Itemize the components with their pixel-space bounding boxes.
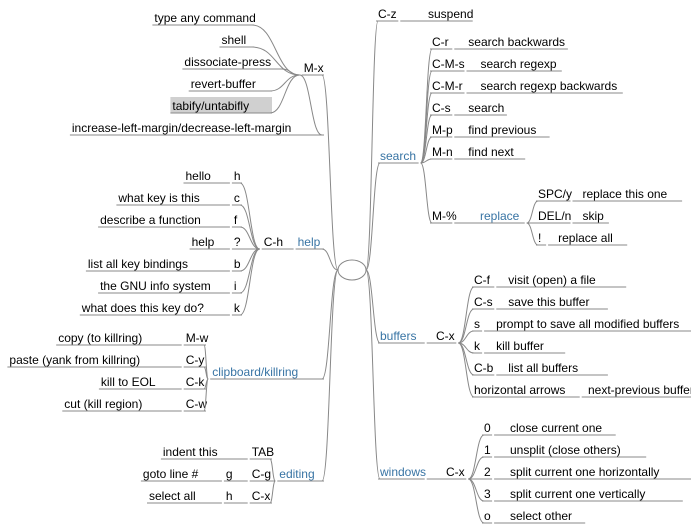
category-replace[interactable]: replace [480, 209, 520, 223]
clipboard-key[interactable]: C-w [186, 397, 208, 411]
replace-label[interactable]: replace all [558, 231, 613, 245]
help-label[interactable]: the GNU info system [100, 279, 211, 293]
windows-key[interactable]: 0 [484, 421, 491, 435]
mx-item[interactable]: increase-left-margin/decrease-left-margi… [72, 121, 291, 135]
help-label[interactable]: hello [186, 169, 212, 183]
search-label[interactable]: find next [468, 145, 514, 159]
help-label[interactable]: describe a function [100, 213, 201, 227]
replace-key[interactable]: SPC/y [538, 187, 572, 201]
help-label[interactable]: what key is this [117, 191, 199, 205]
buffers-label[interactable]: visit (open) a file [508, 273, 596, 287]
key-mx[interactable]: M-x [304, 61, 324, 75]
windows-key[interactable]: 3 [484, 487, 491, 501]
clipboard-label[interactable]: cut (kill region) [64, 397, 142, 411]
replace-label[interactable]: replace this one [583, 187, 668, 201]
windows-key[interactable]: o [484, 509, 491, 523]
editing-subkey[interactable]: g [226, 467, 233, 481]
help-label[interactable]: list all key bindings [88, 257, 188, 271]
clipboard-label[interactable]: kill to EOL [101, 375, 156, 389]
buffers-key[interactable]: k [474, 339, 481, 353]
clipboard-key[interactable]: M-w [186, 331, 209, 345]
search-label[interactable]: search [468, 101, 504, 115]
help-key[interactable]: h [234, 169, 241, 183]
clipboard-key[interactable]: C-k [186, 375, 206, 389]
replace-label[interactable]: skip [583, 209, 605, 223]
windows-label[interactable]: close current one [510, 421, 602, 435]
clipboard-key[interactable]: C-y [186, 353, 205, 367]
category-windows[interactable]: windows [379, 465, 426, 479]
windows-label[interactable]: select other [510, 509, 572, 523]
search-key[interactable]: C-M-r [432, 79, 463, 93]
search-label[interactable]: search backwards [468, 35, 565, 49]
buffers-label[interactable]: prompt to save all modified buffers [496, 317, 679, 331]
buffers-key[interactable]: s [474, 317, 480, 331]
search-label[interactable]: find previous [468, 123, 536, 137]
mindmap-canvas: C-z suspend search C-r search backwardsC-M-s… [0, 0, 691, 529]
editing-label[interactable]: goto line # [143, 467, 199, 481]
key-cx-buffers[interactable]: C-x [436, 329, 455, 343]
buffers-label[interactable]: kill buffer [496, 339, 544, 353]
help-key[interactable]: c [234, 191, 240, 205]
mx-item[interactable]: type any command [154, 11, 255, 25]
key-ch[interactable]: C-h [264, 235, 283, 249]
category-buffers[interactable]: buffers [380, 329, 416, 343]
editing-key[interactable]: C-g [252, 467, 271, 481]
buffers-key[interactable]: C-s [474, 295, 493, 309]
help-key[interactable]: f [234, 213, 238, 227]
buffers-key[interactable]: C-b [474, 361, 494, 375]
key-mpct[interactable]: M-% [432, 209, 457, 223]
windows-label[interactable]: split current one vertically [510, 487, 645, 501]
buffers-label[interactable]: next-previous buffer [588, 383, 691, 397]
search-label[interactable]: search regexp [481, 57, 557, 71]
help-label[interactable]: what does this key do? [81, 301, 204, 315]
category-search[interactable]: search [380, 149, 416, 163]
search-key[interactable]: M-n [432, 145, 453, 159]
buffers-key[interactable]: C-f [474, 273, 491, 287]
replace-key[interactable]: DEL/n [538, 209, 571, 223]
key-cx-windows[interactable]: C-x [446, 465, 465, 479]
clipboard-label[interactable]: copy (to killring) [58, 331, 142, 345]
search-key[interactable]: M-p [432, 123, 453, 137]
buffers-label[interactable]: list all buffers [508, 361, 578, 375]
root-node[interactable] [338, 260, 366, 280]
search-key[interactable]: C-M-s [432, 57, 465, 71]
search-key[interactable]: C-s [432, 101, 451, 115]
search-key[interactable]: C-r [432, 35, 449, 49]
key-cz[interactable]: C-z [378, 7, 397, 21]
editing-key[interactable]: TAB [252, 445, 274, 459]
search-label[interactable]: search regexp backwards [481, 79, 618, 93]
windows-label[interactable]: unsplit (close others) [510, 443, 621, 457]
category-editing[interactable]: editing [279, 467, 314, 481]
clipboard-label[interactable]: paste (yank from killring) [9, 353, 140, 367]
mx-item[interactable]: shell [222, 33, 247, 47]
replace-key[interactable]: ! [538, 231, 541, 245]
mx-item[interactable]: tabify/untabifly [172, 99, 249, 113]
windows-key[interactable]: 2 [484, 465, 491, 479]
buffers-label[interactable]: save this buffer [508, 295, 589, 309]
help-key[interactable]: i [234, 279, 237, 293]
windows-label[interactable]: split current one horizontally [510, 465, 659, 479]
editing-label[interactable]: indent this [163, 445, 218, 459]
category-help[interactable]: help [298, 235, 321, 249]
mx-item[interactable]: dissociate-press [184, 55, 271, 69]
editing-label[interactable]: select all [149, 489, 196, 503]
mx-item[interactable]: revert-buffer [191, 77, 256, 91]
help-key[interactable]: ? [234, 235, 241, 249]
editing-subkey[interactable]: h [226, 489, 233, 503]
category-clipboard[interactable]: clipboard/killring [212, 365, 298, 379]
help-key[interactable]: b [234, 257, 241, 271]
help-label[interactable]: help [192, 235, 215, 249]
help-key[interactable]: k [234, 301, 241, 315]
editing-key[interactable]: C-x [252, 489, 271, 503]
windows-key[interactable]: 1 [484, 443, 491, 457]
label-suspend[interactable]: suspend [428, 7, 473, 21]
buffers-key[interactable]: horizontal arrows [474, 383, 565, 397]
